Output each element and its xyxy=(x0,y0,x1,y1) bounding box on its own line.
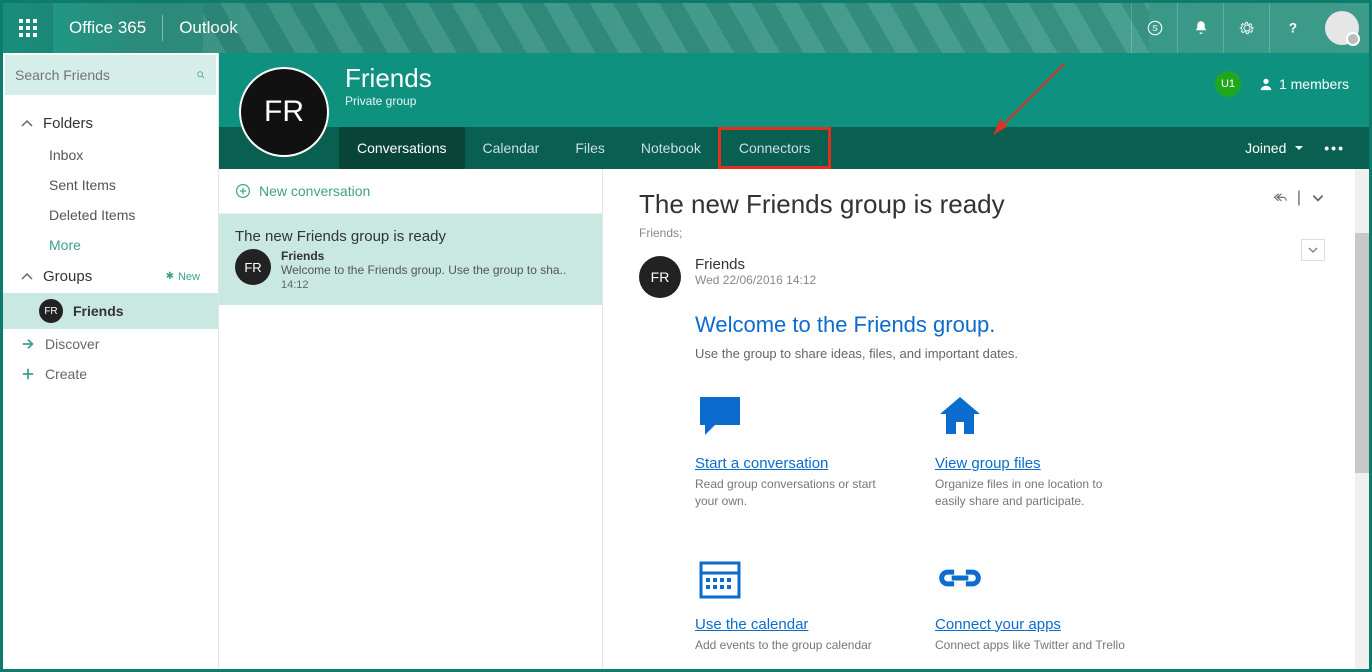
svg-text:?: ? xyxy=(1288,21,1296,36)
card-files: View group files Organize files in one l… xyxy=(935,389,1135,510)
group-subtitle: Private group xyxy=(345,94,432,108)
card-desc: Organize files in one location to easily… xyxy=(935,476,1135,510)
member-badge[interactable]: U1 xyxy=(1215,71,1241,97)
message-subject: The new Friends group is ready xyxy=(235,228,586,245)
members-count[interactable]: 1 members xyxy=(1259,76,1349,92)
chevron-up-icon xyxy=(21,271,33,283)
arrow-right-icon xyxy=(21,337,35,351)
user-avatar[interactable] xyxy=(1325,11,1359,45)
scrollbar[interactable] xyxy=(1355,169,1369,669)
new-conversation-button[interactable]: New conversation xyxy=(219,169,602,214)
use-calendar-link[interactable]: Use the calendar xyxy=(695,616,895,633)
new-badge[interactable]: New xyxy=(166,271,200,283)
chevron-down-icon[interactable] xyxy=(1311,191,1325,205)
nav-inbox[interactable]: Inbox xyxy=(3,140,218,170)
folders-label: Folders xyxy=(43,115,93,132)
card-apps: Connect your apps Connect apps like Twit… xyxy=(935,550,1135,654)
app-name[interactable]: Outlook xyxy=(163,18,254,38)
reading-from: Friends xyxy=(695,256,816,273)
tab-conversations[interactable]: Conversations xyxy=(339,127,465,169)
help-icon[interactable]: ? xyxy=(1269,3,1315,53)
card-desc: Read group conversations or start your o… xyxy=(695,476,895,510)
sidebar: Folders Inbox Sent Items Deleted Items M… xyxy=(3,53,219,669)
tab-calendar[interactable]: Calendar xyxy=(465,127,558,169)
notifications-icon[interactable] xyxy=(1177,3,1223,53)
group-header: FR Friends Private group U1 1 members xyxy=(219,53,1369,127)
start-conversation-link[interactable]: Start a conversation xyxy=(695,455,895,472)
message-avatar: FR xyxy=(235,249,271,285)
calendar-icon xyxy=(695,553,745,603)
welcome-heading: Welcome to the Friends group. xyxy=(695,312,1319,338)
suite-bar: Office 365 Outlook S ? xyxy=(3,3,1369,53)
app-launcher-icon[interactable] xyxy=(3,3,53,53)
expand-button[interactable] xyxy=(1301,239,1325,261)
joined-label: Joined xyxy=(1245,140,1286,156)
joined-button[interactable]: Joined xyxy=(1245,140,1304,156)
sidebar-group-friends[interactable]: FR Friends xyxy=(3,293,218,329)
reading-pane: | The new Friends group is ready Friends… xyxy=(603,169,1355,669)
more-actions-icon[interactable]: ••• xyxy=(1324,140,1345,156)
reading-avatar: FR xyxy=(639,256,681,298)
svg-text:S: S xyxy=(1152,24,1158,33)
scrollbar-thumb[interactable] xyxy=(1355,233,1369,473)
group-title: Friends xyxy=(345,63,432,94)
card-conversation: Start a conversation Read group conversa… xyxy=(695,389,895,510)
card-desc: Connect apps like Twitter and Trello xyxy=(935,637,1135,654)
groups-header[interactable]: Groups New xyxy=(3,260,218,293)
folders-header[interactable]: Folders xyxy=(3,107,218,140)
plus-circle-icon xyxy=(235,183,251,199)
tab-connectors[interactable]: Connectors xyxy=(718,127,832,169)
create-label: Create xyxy=(45,366,87,382)
group-label: Friends xyxy=(73,303,124,319)
nav-deleted[interactable]: Deleted Items xyxy=(3,200,218,230)
new-conversation-label: New conversation xyxy=(259,183,370,199)
welcome-desc: Use the group to share ideas, files, and… xyxy=(695,346,1319,361)
message-list: New conversation The new Friends group i… xyxy=(219,169,603,669)
skype-icon[interactable]: S xyxy=(1131,3,1177,53)
message-preview: Welcome to the Friends group. Use the gr… xyxy=(281,263,586,277)
reading-to: Friends; xyxy=(639,226,1319,240)
reading-date: Wed 22/06/2016 14:12 xyxy=(695,273,816,287)
groups-label: Groups xyxy=(43,268,92,285)
chevron-down-icon xyxy=(1294,143,1304,153)
tab-notebook[interactable]: Notebook xyxy=(623,127,719,169)
settings-icon[interactable] xyxy=(1223,3,1269,53)
reading-title: The new Friends group is ready xyxy=(639,189,1319,220)
card-calendar: Use the calendar Add events to the group… xyxy=(695,550,895,654)
chain-link-icon xyxy=(935,553,985,603)
create-row[interactable]: Create xyxy=(3,359,218,389)
suite-brand[interactable]: Office 365 xyxy=(53,18,162,38)
members-label: 1 members xyxy=(1279,76,1349,92)
plus-icon xyxy=(21,367,35,381)
nav-more[interactable]: More xyxy=(3,230,218,260)
discover-label: Discover xyxy=(45,336,99,352)
group-big-avatar: FR xyxy=(239,67,329,157)
search-input[interactable] xyxy=(15,67,196,83)
discover-row[interactable]: Discover xyxy=(3,329,218,359)
person-icon xyxy=(1259,77,1273,91)
tab-bar: Conversations Calendar Files Notebook Co… xyxy=(219,127,1369,169)
speech-bubble-icon xyxy=(695,392,745,442)
house-icon xyxy=(935,392,985,442)
nav-sent[interactable]: Sent Items xyxy=(3,170,218,200)
search-icon[interactable] xyxy=(196,66,206,84)
tab-files[interactable]: Files xyxy=(557,127,623,169)
card-desc: Add events to the group calendar xyxy=(695,637,895,654)
search-box[interactable] xyxy=(5,55,216,95)
chevron-down-icon xyxy=(1308,245,1318,255)
toolbar-divider: | xyxy=(1297,189,1301,207)
reply-all-icon[interactable] xyxy=(1273,191,1287,205)
chevron-up-icon xyxy=(21,118,33,130)
message-time: 14:12 xyxy=(281,279,586,291)
message-from: Friends xyxy=(281,249,586,263)
connect-apps-link[interactable]: Connect your apps xyxy=(935,616,1135,633)
view-files-link[interactable]: View group files xyxy=(935,455,1135,472)
group-avatar-icon: FR xyxy=(39,299,63,323)
message-item[interactable]: The new Friends group is ready FR Friend… xyxy=(219,214,602,305)
